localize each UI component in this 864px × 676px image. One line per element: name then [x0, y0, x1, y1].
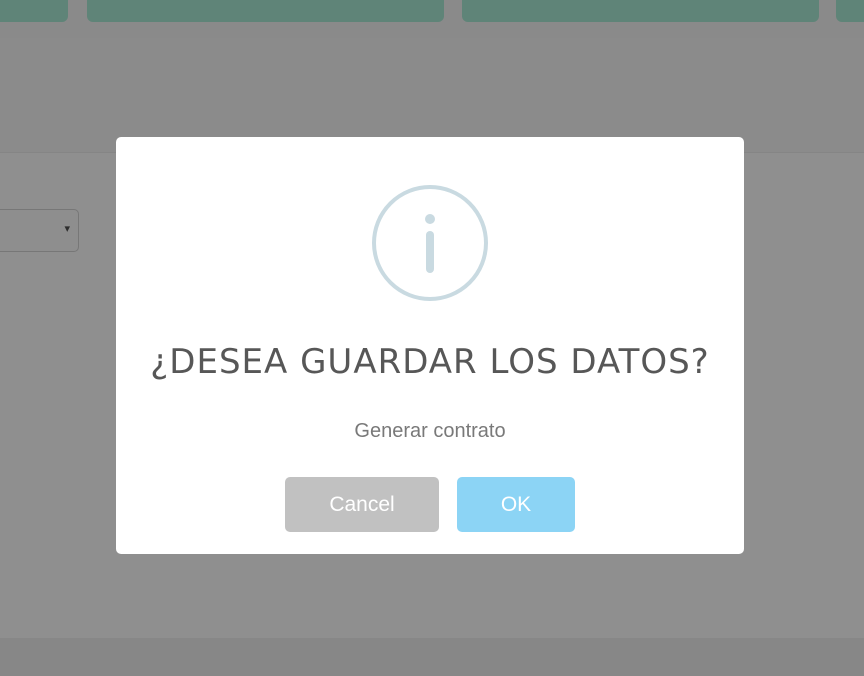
info-icon-stem	[426, 231, 434, 273]
cancel-button[interactable]: Cancel	[285, 477, 439, 532]
footer-strip	[0, 638, 864, 676]
nav-tab[interactable]	[462, 0, 819, 22]
info-icon	[372, 185, 488, 301]
nav-tab[interactable]	[836, 0, 864, 22]
dialog-message: Generar contrato	[354, 420, 506, 442]
header-band	[0, 38, 864, 152]
top-nav-bar	[0, 0, 864, 38]
chevron-down-icon: ▾	[64, 223, 70, 235]
info-icon-dot	[425, 214, 435, 224]
dialog-title: ¿DESEA GUARDAR LOS DATOS?	[150, 342, 710, 382]
nav-tab[interactable]	[0, 0, 68, 22]
background-select[interactable]: ▾	[0, 209, 79, 252]
confirm-dialog: ¿DESEA GUARDAR LOS DATOS? Generar contra…	[116, 137, 744, 554]
nav-tab[interactable]	[87, 0, 444, 22]
ok-button[interactable]: OK	[457, 477, 575, 532]
